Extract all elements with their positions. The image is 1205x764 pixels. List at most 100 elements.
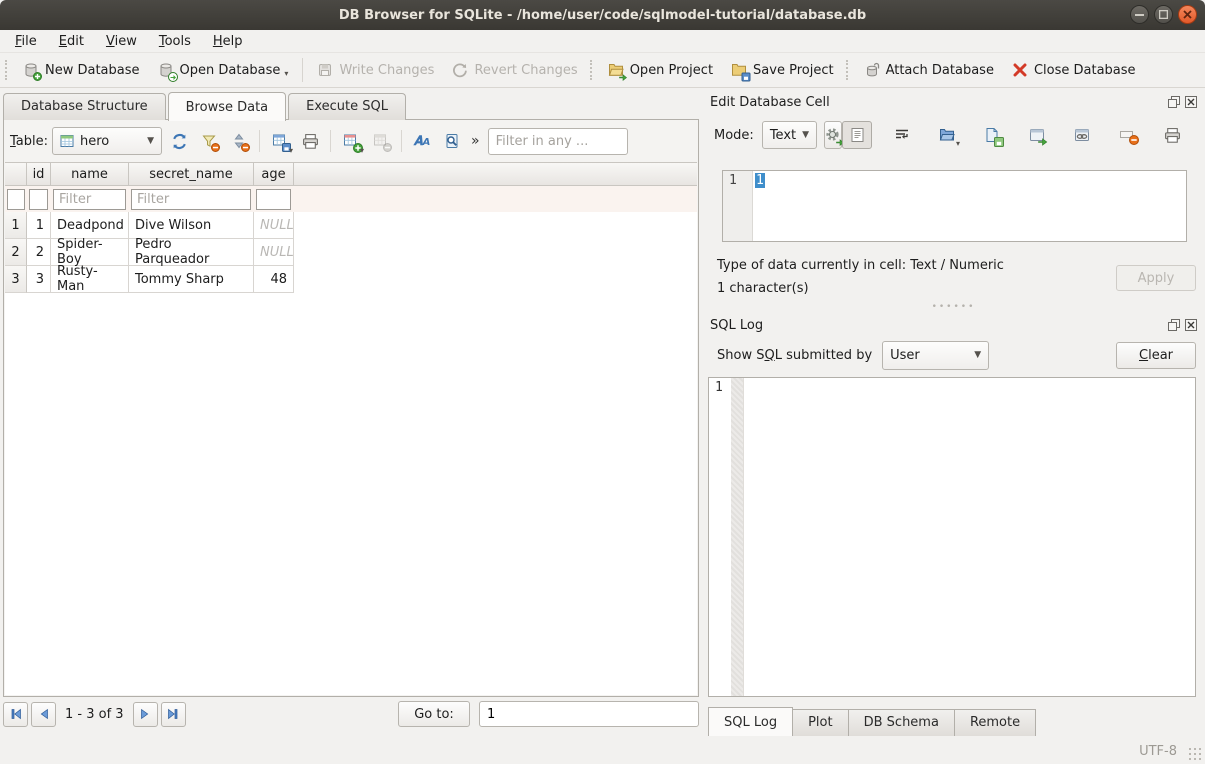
tab-database-structure[interactable]: Database Structure (3, 93, 166, 120)
row-number[interactable]: 3 (5, 266, 27, 293)
tab-plot[interactable]: Plot (793, 709, 849, 737)
menubar: File Edit View Tools Help (0, 30, 1205, 53)
clear-sorting-button[interactable] (226, 128, 252, 154)
cell-editor[interactable]: 1 1 (722, 170, 1187, 242)
mode-select[interactable]: Text ▼ (762, 121, 817, 149)
insert-record-button[interactable]: ▾ (338, 128, 364, 154)
filter-input-secret-name[interactable] (131, 189, 251, 210)
cell-id[interactable]: 3 (27, 266, 51, 293)
text-mode-button[interactable] (842, 121, 872, 149)
corner-header[interactable] (5, 163, 27, 186)
cell-id[interactable]: 1 (27, 212, 51, 239)
insert-record-dropdown-caret[interactable]: ▾ (360, 146, 364, 155)
close-database-button[interactable]: Close Database (1003, 57, 1145, 83)
filter-input-age[interactable] (256, 189, 291, 210)
find-in-table-button[interactable] (439, 128, 465, 154)
cell-age[interactable]: 48 (254, 266, 294, 293)
resize-grip[interactable] (1188, 747, 1202, 761)
import-data-button[interactable]: ▾ (932, 121, 962, 149)
column-header-name[interactable]: name (51, 163, 129, 186)
toolbar-overflow-chevron[interactable]: » (471, 133, 480, 149)
show-sql-label: Show SQL submitted by (717, 348, 872, 363)
last-page-button[interactable] (161, 702, 186, 727)
close-button[interactable] (1178, 5, 1197, 24)
cell-name[interactable]: Deadpond (51, 212, 129, 239)
attach-database-button[interactable]: Attach Database (855, 57, 1003, 83)
first-page-button[interactable] (3, 702, 28, 727)
set-null-button[interactable] (1112, 121, 1142, 149)
filter-input-rownum[interactable] (7, 189, 25, 210)
tab-db-schema[interactable]: DB Schema (849, 709, 955, 737)
column-header-secret-name[interactable]: secret_name (129, 163, 254, 186)
export-data-button[interactable] (977, 121, 1007, 149)
save-table-dropdown-caret[interactable]: ▾ (289, 146, 293, 155)
sql-log-editor[interactable]: 1 (708, 377, 1196, 697)
cell-id[interactable]: 2 (27, 239, 51, 266)
maximize-button[interactable] (1154, 5, 1173, 24)
cell-secret-name[interactable]: Pedro Parqueador (129, 239, 254, 266)
font-settings-button[interactable]: 𝐀A (409, 128, 435, 154)
cell-editor-content[interactable]: 1 (755, 173, 765, 188)
titlebar[interactable]: DB Browser for SQLite - /home/user/code/… (0, 0, 1205, 30)
filter-input-name[interactable] (53, 189, 126, 210)
next-page-button[interactable] (133, 702, 158, 727)
close-dock-icon[interactable] (1184, 319, 1197, 332)
row-number[interactable]: 2 (5, 239, 27, 266)
filter-input-id[interactable] (29, 189, 48, 210)
menu-edit[interactable]: Edit (48, 31, 95, 52)
column-header-age[interactable]: age (254, 163, 294, 186)
sql-log-content[interactable] (744, 378, 1195, 696)
import-dropdown-caret[interactable]: ▾ (956, 139, 960, 148)
row-number[interactable]: 1 (5, 212, 27, 239)
menu-view[interactable]: View (95, 31, 148, 52)
menu-file[interactable]: File (4, 31, 48, 52)
cell-secret-name[interactable]: Tommy Sharp (129, 266, 254, 293)
submitted-by-select[interactable]: User ▼ (882, 341, 989, 370)
cell-name[interactable]: Spider-Boy (51, 239, 129, 266)
apply-button[interactable]: Apply (1116, 265, 1196, 291)
new-database-button[interactable]: New Database (14, 57, 149, 83)
toolbar-grip[interactable] (5, 60, 11, 80)
menu-help[interactable]: Help (202, 31, 254, 52)
cell-age[interactable]: NULL (254, 212, 294, 239)
save-table-button[interactable]: ▾ (267, 128, 293, 154)
toolbar-grip[interactable] (590, 60, 596, 80)
refresh-button[interactable] (166, 128, 192, 154)
auto-apply-button[interactable] (824, 121, 842, 149)
revert-changes-button: Revert Changes (443, 57, 586, 83)
cell-age[interactable]: NULL (254, 239, 294, 266)
previous-page-button[interactable] (31, 702, 56, 727)
goto-button[interactable]: Go to: (398, 701, 470, 727)
column-header-filler (294, 163, 697, 186)
goto-input[interactable] (479, 701, 699, 727)
table-select[interactable]: hero ▼ (52, 127, 162, 155)
float-dock-icon[interactable] (1167, 96, 1180, 109)
tab-remote[interactable]: Remote (955, 709, 1036, 737)
menu-tools[interactable]: Tools (148, 31, 202, 52)
tab-browse-data[interactable]: Browse Data (168, 92, 287, 121)
table-select-value: hero (80, 134, 109, 149)
tab-sql-log[interactable]: SQL Log (708, 707, 793, 737)
close-dock-icon[interactable] (1184, 96, 1197, 109)
filter-any-input[interactable] (488, 128, 628, 155)
word-wrap-button[interactable] (887, 121, 917, 149)
float-dock-icon[interactable] (1167, 319, 1180, 332)
open-in-external-button[interactable] (1022, 121, 1052, 149)
clear-filters-button[interactable] (196, 128, 222, 154)
toolbar-grip[interactable] (846, 60, 852, 80)
clear-log-button[interactable]: Clear (1116, 342, 1196, 369)
print-table-button[interactable] (297, 128, 323, 154)
open-database-dropdown-caret[interactable]: ▾ (284, 69, 288, 78)
cell-secret-name[interactable]: Dive Wilson (129, 212, 254, 239)
open-database-button[interactable]: Open Database ▾ (149, 57, 298, 83)
print-cell-button[interactable] (1157, 121, 1187, 149)
copy-link-button[interactable] (1067, 121, 1097, 149)
open-project-button[interactable]: Open Project (599, 57, 722, 83)
save-project-button[interactable]: Save Project (722, 57, 843, 83)
minimize-button[interactable] (1130, 5, 1149, 24)
tab-execute-sql[interactable]: Execute SQL (288, 93, 406, 120)
dock-splitter-handle[interactable]: •••••• (702, 303, 1205, 311)
column-header-id[interactable]: id (27, 163, 51, 186)
sql-log-controls: Show SQL submitted by User ▼ Clear (717, 340, 1196, 370)
cell-name[interactable]: Rusty-Man (51, 266, 129, 293)
